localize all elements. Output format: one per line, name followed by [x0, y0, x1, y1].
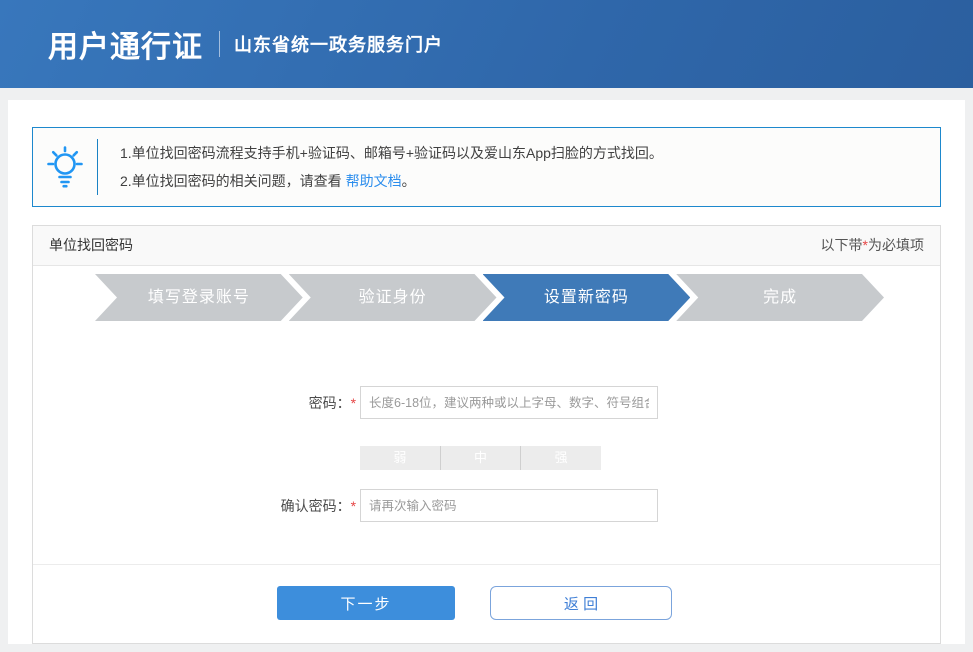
password-input[interactable] — [360, 386, 658, 419]
confirm-password-row: 确认密码：* — [33, 489, 940, 522]
step-set-new-password: 设置新密码 — [483, 274, 691, 321]
confirm-password-input[interactable] — [360, 489, 658, 522]
required-note-suffix: 为必填项 — [868, 237, 924, 253]
tip-line-2: 2.单位找回密码的相关问题，请查看 帮助文档。 — [120, 167, 663, 195]
panel-header: 单位找回密码 以下带*为必填项 — [33, 226, 940, 266]
password-strength-meter: 弱 中 强 — [360, 446, 601, 470]
step-verify-identity: 验证身份 — [289, 274, 497, 321]
lightbulb-icon — [33, 144, 97, 190]
next-step-button[interactable]: 下一步 — [277, 586, 455, 620]
step-fill-account: 填写登录账号 — [95, 274, 303, 321]
password-label-text: 密码： — [309, 395, 351, 411]
required-note-prefix: 以下带 — [821, 237, 863, 253]
app-title: 用户通行证 — [48, 22, 203, 66]
confirm-required-star: * — [351, 498, 356, 514]
password-recovery-panel: 单位找回密码 以下带*为必填项 填写登录账号 验证身份 设置新密码 完成 密码：… — [32, 225, 941, 644]
step-complete: 完成 — [676, 274, 884, 321]
panel-footer: 下一步 返 回 — [33, 564, 940, 620]
required-note: 以下带*为必填项 — [821, 226, 924, 265]
password-row: 密码：* — [33, 386, 940, 419]
confirm-password-label: 确认密码：* — [33, 496, 360, 516]
confirm-password-label-text: 确认密码： — [281, 498, 351, 514]
password-required-star: * — [351, 395, 356, 411]
tip-line-1: 1.单位找回密码流程支持手机+验证码、邮箱号+验证码以及爱山东App扫脸的方式找… — [120, 139, 663, 167]
portal-subtitle: 山东省统一政务服务门户 — [234, 31, 443, 57]
panel-title: 单位找回密码 — [49, 226, 133, 265]
tip-line-2-suffix: 。 — [402, 173, 416, 189]
tip-line-2-prefix: 2.单位找回密码的相关问题，请查看 — [120, 173, 346, 189]
app-header: 用户通行证 山东省统一政务服务门户 — [0, 0, 973, 88]
tip-text: 1.单位找回密码流程支持手机+验证码、邮箱号+验证码以及爱山东App扫脸的方式找… — [98, 139, 663, 195]
strength-strong: 强 — [520, 446, 601, 470]
title-divider — [219, 31, 220, 57]
password-label: 密码：* — [33, 393, 360, 413]
page: 用户通行证 山东省统一政务服务门户 1. — [0, 0, 973, 652]
step-indicator: 填写登录账号 验证身份 设置新密码 完成 — [95, 274, 884, 321]
strength-medium: 中 — [440, 446, 521, 470]
help-doc-link[interactable]: 帮助文档 — [346, 173, 402, 189]
tip-box: 1.单位找回密码流程支持手机+验证码、邮箱号+验证码以及爱山东App扫脸的方式找… — [32, 127, 941, 207]
content-card: 1.单位找回密码流程支持手机+验证码、邮箱号+验证码以及爱山东App扫脸的方式找… — [8, 100, 965, 644]
strength-weak: 弱 — [360, 446, 440, 470]
back-button[interactable]: 返 回 — [490, 586, 672, 620]
